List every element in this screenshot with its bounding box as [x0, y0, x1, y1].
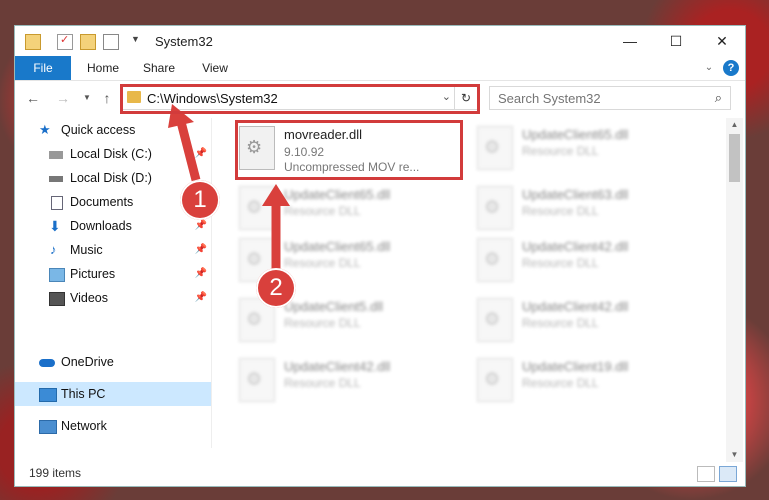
annotation-arrows — [168, 104, 290, 270]
step-1-badge: 1 — [180, 180, 220, 220]
arrow-1-shaft — [175, 116, 201, 182]
step-2-badge: 2 — [256, 268, 296, 308]
arrow-2-head — [262, 184, 290, 206]
address-highlight-box — [120, 84, 480, 114]
